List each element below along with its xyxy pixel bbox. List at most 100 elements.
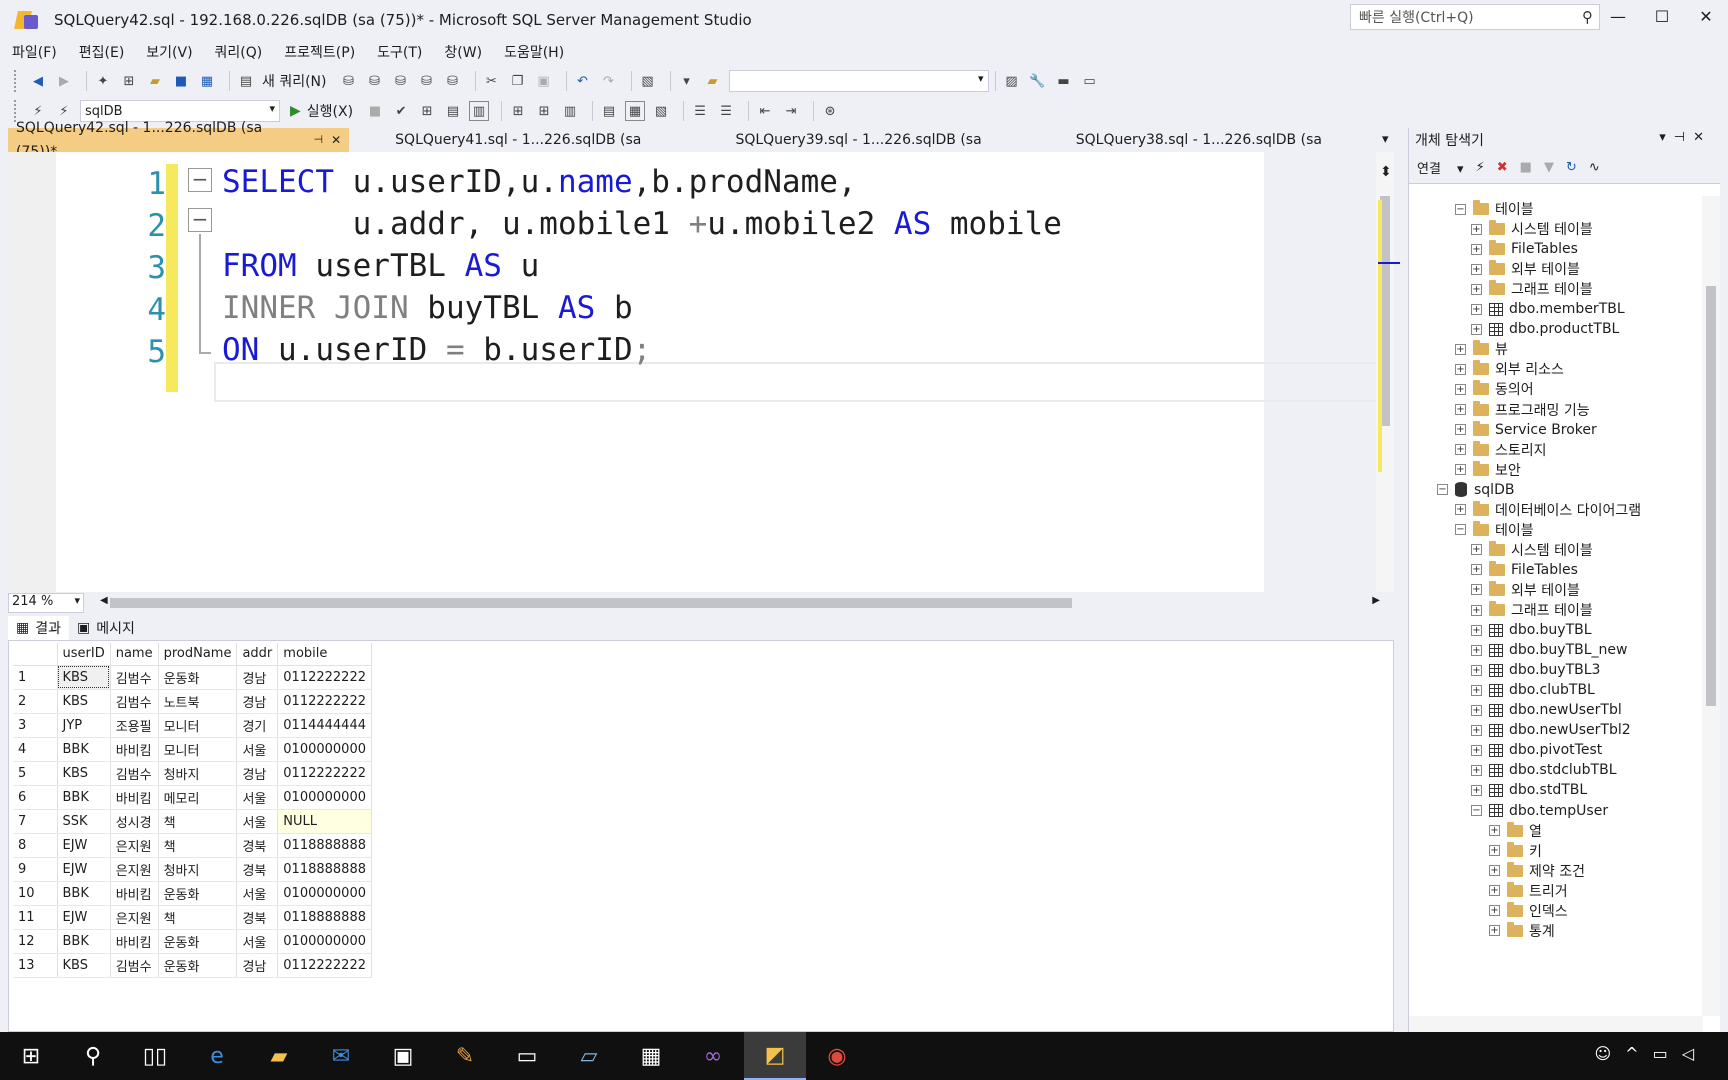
table-cell[interactable]: 서울 (236, 881, 279, 906)
tree-node[interactable]: + 트리거 (1489, 880, 1568, 902)
toolbox-icon[interactable]: ▬ (1054, 71, 1074, 91)
chrome-icon[interactable]: ◉ (806, 1032, 868, 1080)
table-row[interactable]: 9 EJW 은지원 청바지 경북 0118888888 (13, 857, 372, 882)
table-cell[interactable]: BBK (57, 785, 111, 810)
database-engine-query-icon[interactable]: ⛁ (339, 71, 359, 91)
open-file-icon[interactable]: ▰ (145, 71, 165, 91)
paste-icon[interactable]: ▣ (534, 71, 554, 91)
expand-icon[interactable]: + (1455, 343, 1466, 355)
code-line-5[interactable]: ON u.userID = b.userID; (222, 332, 651, 368)
decrease-indent-icon[interactable]: ⇤ (755, 101, 775, 121)
battery-icon[interactable]: ▭ (1653, 1044, 1682, 1063)
tab-messages[interactable]: ▣ 메시지 (69, 616, 143, 640)
window-position-icon[interactable]: ▾ (1659, 130, 1674, 145)
maximize-button[interactable]: ☐ (1640, 0, 1684, 34)
table-cell[interactable]: BBK (57, 881, 111, 906)
tab-sqlquery39[interactable]: SQLQuery39.sql - 1...226.sqlDB (sa (68))… (727, 128, 1029, 172)
mdx-query-icon[interactable]: ⛁ (365, 71, 385, 91)
tab-sqlquery42[interactable]: SQLQuery42.sql - 1...226.sqlDB (sa (75))… (8, 120, 350, 160)
terminal-icon[interactable]: ▭ (496, 1032, 558, 1080)
row-number[interactable]: 4 (13, 737, 58, 762)
tab-list-dropdown-icon[interactable]: ▾ (1382, 132, 1389, 147)
collapse-icon[interactable]: − (188, 208, 212, 232)
table-cell[interactable]: 운동화 (158, 881, 238, 906)
expand-icon[interactable]: + (1471, 724, 1482, 736)
activity-icon[interactable]: ∿ (1589, 160, 1600, 175)
table-cell[interactable]: 서울 (236, 809, 279, 834)
table-row[interactable]: 4 BBK 바비킴 모니터 서울 0100000000 (13, 737, 372, 762)
code-line-4[interactable]: INNER JOIN buyTBL AS b (222, 290, 633, 326)
row-number[interactable]: 12 (13, 929, 58, 954)
tab-sqlquery41[interactable]: SQLQuery41.sql - 1...226.sqlDB (sa (69))… (387, 128, 689, 172)
table-cell[interactable]: 경기 (236, 713, 279, 738)
toolbar-grip[interactable] (14, 70, 20, 92)
results-to-text-icon[interactable]: ▤ (599, 101, 619, 121)
menu-view[interactable]: 보기(V) (146, 42, 192, 62)
table-cell[interactable]: EJW (57, 857, 111, 882)
table-cell[interactable]: 0112222222 (277, 689, 372, 714)
expand-icon[interactable]: + (1471, 784, 1482, 796)
intellisense-icon[interactable]: ▥ (469, 101, 490, 121)
xmla-query-icon[interactable]: ⛁ (417, 71, 437, 91)
table-row[interactable]: 5 KBS 김범수 청바지 경남 0112222222 (13, 761, 372, 786)
table-cell[interactable]: 0112222222 (277, 761, 372, 786)
comment-icon[interactable]: ☰ (690, 101, 710, 121)
table-cell[interactable]: 0118888888 (277, 857, 372, 882)
search-icon[interactable]: ⚲ (1582, 8, 1593, 26)
refresh-icon[interactable]: ↻ (1566, 160, 1577, 175)
tab-results[interactable]: ▦ 결과 (8, 616, 69, 640)
tree-node[interactable]: + 데이터베이스 다이어그램 (1455, 499, 1641, 521)
undo-icon[interactable]: ↶ (573, 71, 593, 91)
close-panel-icon[interactable]: ✕ (1693, 130, 1712, 145)
table-cell[interactable]: BBK (57, 737, 111, 762)
table-cell[interactable]: 모니터 (158, 713, 238, 738)
table-cell[interactable]: NULL (277, 809, 372, 834)
code-line-2[interactable]: u.addr, u.mobile1 +u.mobile2 AS mobile (222, 206, 1062, 242)
expand-icon[interactable]: + (1455, 504, 1466, 516)
increase-indent-icon[interactable]: ⇥ (781, 101, 801, 121)
collapse-icon[interactable]: − (1455, 203, 1466, 215)
tree-node[interactable]: + 프로그래밍 기능 (1455, 399, 1590, 421)
menu-tools[interactable]: 도구(T) (377, 42, 422, 62)
expand-icon[interactable]: + (1471, 283, 1482, 295)
find-in-files-icon[interactable]: ▰ (703, 71, 723, 91)
table-cell[interactable]: JYP (57, 713, 111, 738)
expand-icon[interactable]: + (1455, 464, 1466, 476)
table-cell[interactable]: 김범수 (110, 689, 159, 714)
toolbar-dropdown-icon[interactable]: ▾ (677, 71, 697, 91)
expand-icon[interactable]: + (1455, 363, 1466, 375)
tree-node[interactable]: + dbo.buyTBL (1471, 619, 1592, 641)
tree-node[interactable]: + FileTables (1471, 238, 1578, 260)
table-cell[interactable]: 운동화 (158, 929, 238, 954)
editor-horizontal-scrollbar[interactable]: ◀ ▶ (100, 595, 1380, 610)
expand-icon[interactable]: + (1471, 624, 1482, 636)
tree-node[interactable]: − dbo.tempUser (1471, 800, 1608, 822)
table-cell[interactable]: 성시경 (110, 809, 159, 834)
store-icon[interactable]: ▣ (372, 1032, 434, 1080)
table-cell[interactable]: EJW (57, 905, 111, 930)
volume-icon[interactable]: ◁ (1682, 1044, 1708, 1063)
properties-icon[interactable]: 🔧 (1028, 71, 1048, 91)
table-cell[interactable]: 바비킴 (110, 737, 159, 762)
row-number[interactable]: 6 (13, 785, 58, 810)
table-cell[interactable]: 운동화 (158, 953, 238, 978)
query-editor[interactable]: 1 2 3 4 5 − − SELECT u.userID,u.name,b.p… (8, 152, 1378, 592)
tree-node[interactable]: + dbo.memberTBL (1471, 298, 1625, 320)
column-header-name[interactable]: name (110, 643, 159, 666)
table-cell[interactable]: 은지원 (110, 905, 159, 930)
scroll-left-icon[interactable]: ◀ (100, 595, 108, 606)
people-icon[interactable]: ☺ (1594, 1044, 1625, 1063)
table-cell[interactable]: 김범수 (110, 665, 159, 690)
expand-icon[interactable]: + (1471, 303, 1482, 315)
include-actual-plan-icon[interactable]: ⊞ (508, 101, 528, 121)
file-explorer-icon[interactable]: ▰ (248, 1032, 310, 1080)
expand-icon[interactable]: + (1455, 424, 1466, 436)
dax-query-icon[interactable]: ⛁ (443, 71, 463, 91)
save-icon[interactable]: ■ (171, 71, 191, 91)
pin-icon[interactable]: ⊣ (314, 128, 324, 152)
expand-icon[interactable]: + (1455, 404, 1466, 415)
table-cell[interactable]: 서울 (236, 929, 279, 954)
tree-node[interactable]: + dbo.stdTBL (1471, 779, 1587, 801)
table-cell[interactable]: 책 (158, 809, 238, 834)
table-cell[interactable]: 0112222222 (277, 665, 372, 690)
